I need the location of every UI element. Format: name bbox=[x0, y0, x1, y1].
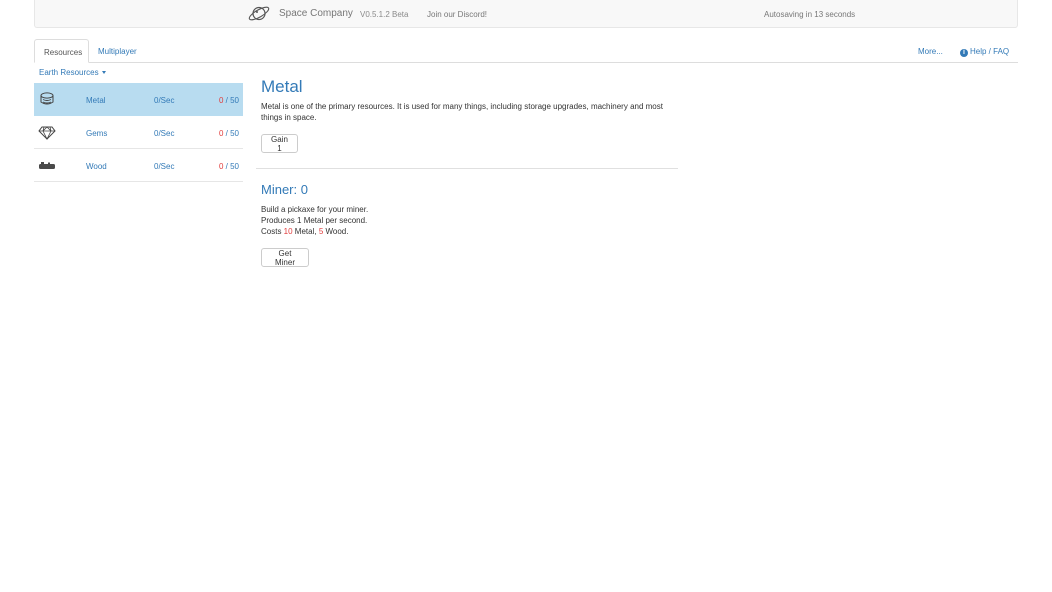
earth-resources-dropdown[interactable]: Earth Resources bbox=[39, 68, 106, 77]
miner-description: Build a pickaxe for your miner. bbox=[261, 205, 369, 214]
app-title[interactable]: Space Company bbox=[279, 8, 353, 19]
discord-link[interactable]: Join our Discord! bbox=[427, 10, 487, 19]
top-navbar: Space Company V0.5.1.2 Beta Join our Dis… bbox=[34, 0, 1018, 28]
help-faq-label: Help / FAQ bbox=[970, 47, 1010, 56]
version-label: V0.5.1.2 Beta bbox=[360, 10, 409, 19]
autosave-status: Autosaving in 13 seconds bbox=[764, 10, 856, 19]
resource-rate: 0/Sec bbox=[154, 129, 175, 138]
wood-log-icon bbox=[38, 157, 56, 173]
cost-metal-label: Metal, bbox=[292, 227, 319, 236]
resource-amount: 0 / 50 bbox=[219, 162, 239, 171]
resource-row-metal[interactable]: Metal 0/Sec 0 / 50 bbox=[34, 83, 243, 116]
gain-button[interactable]: Gain 1 bbox=[261, 134, 298, 153]
gem-icon bbox=[38, 124, 56, 140]
tab-resources[interactable]: Resources bbox=[34, 39, 89, 63]
planet-icon[interactable] bbox=[247, 4, 271, 23]
tab-multiplayer[interactable]: Multiplayer bbox=[89, 39, 146, 63]
category-label: Earth Resources bbox=[39, 68, 99, 77]
section-divider bbox=[256, 168, 678, 169]
info-circle-icon: i bbox=[960, 49, 968, 57]
resource-max: 50 bbox=[230, 162, 239, 171]
metal-ore-icon bbox=[38, 91, 56, 107]
resource-rate: 0/Sec bbox=[154, 96, 175, 105]
miner-cost: Costs 10 Metal, 5 Wood. bbox=[261, 227, 348, 236]
resource-max: 50 bbox=[230, 96, 239, 105]
resource-max: 50 bbox=[230, 129, 239, 138]
resource-row-wood[interactable]: Wood 0/Sec 0 / 50 bbox=[34, 149, 243, 182]
caret-down-icon bbox=[101, 71, 106, 75]
miner-title: Miner: 0 bbox=[261, 182, 308, 197]
resource-amount: 0 / 50 bbox=[219, 129, 239, 138]
resource-row-gems[interactable]: Gems 0/Sec 0 / 50 bbox=[34, 116, 243, 149]
resource-name: Wood bbox=[86, 162, 107, 171]
resource-title: Metal bbox=[261, 77, 303, 96]
cost-metal-amount: 10 bbox=[283, 227, 293, 236]
miner-production: Produces 1 Metal per second. bbox=[261, 216, 368, 225]
help-faq-link[interactable]: i Help / FAQ bbox=[960, 47, 1009, 57]
resource-amount: 0 / 50 bbox=[219, 96, 239, 105]
resource-name: Metal bbox=[86, 96, 106, 105]
cost-prefix: Costs bbox=[261, 227, 284, 236]
tabs-divider bbox=[34, 62, 1018, 63]
resource-description: Metal is one of the primary resources. I… bbox=[261, 102, 663, 122]
resource-rate: 0/Sec bbox=[154, 162, 175, 171]
resource-name: Gems bbox=[86, 129, 108, 138]
cost-wood-label: Wood. bbox=[323, 227, 349, 236]
more-link[interactable]: More... bbox=[918, 47, 943, 56]
get-miner-button[interactable]: Get Miner bbox=[261, 248, 309, 267]
